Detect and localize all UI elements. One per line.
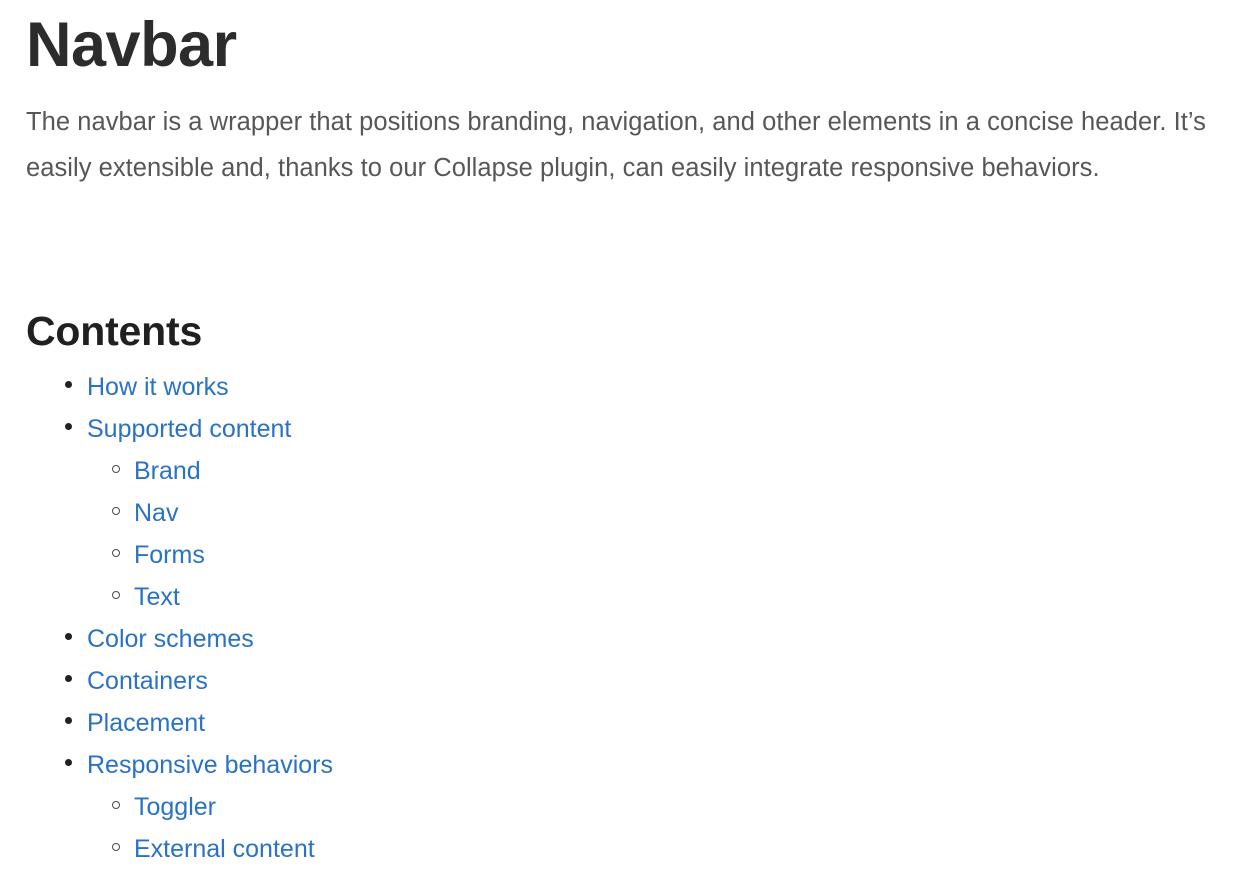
toc-link-how-it-works[interactable]: How it works <box>87 366 229 408</box>
toc-row: Containers <box>0 662 1257 704</box>
documentation-page: Navbar The navbar is a wrapper that posi… <box>0 0 1257 890</box>
toc-link-color-schemes[interactable]: Color schemes <box>87 618 254 660</box>
disc-bullet-icon <box>65 423 72 430</box>
circle-bullet-icon <box>112 465 120 473</box>
toc-row: Nav <box>0 494 1257 536</box>
circle-bullet-icon <box>112 591 120 599</box>
toc-item-toggler: Toggler <box>0 788 1257 830</box>
toc-link-nav[interactable]: Nav <box>134 492 178 534</box>
toc-link-placement[interactable]: Placement <box>87 702 205 744</box>
toc-item-how-it-works: How it works <box>0 368 1257 410</box>
toc-row: Supported content <box>0 410 1257 452</box>
toc-item-text: Text <box>0 578 1257 620</box>
toc-link-external-content[interactable]: External content <box>134 828 315 870</box>
toc-item-forms: Forms <box>0 536 1257 578</box>
toc-link-toggler[interactable]: Toggler <box>134 786 216 828</box>
toc-row: How it works <box>0 368 1257 410</box>
toc-item-color-schemes: Color schemes <box>0 620 1257 662</box>
toc-link-text[interactable]: Text <box>134 576 180 618</box>
circle-bullet-icon <box>112 549 120 557</box>
toc-row: Forms <box>0 536 1257 578</box>
toc-link-responsive-behaviors[interactable]: Responsive behaviors <box>87 744 333 786</box>
disc-bullet-icon <box>65 381 72 388</box>
toc-row: Responsive behaviors <box>0 746 1257 788</box>
toc-row: External content <box>0 830 1257 872</box>
toc-row: Text <box>0 578 1257 620</box>
circle-bullet-icon <box>112 843 120 851</box>
toc-item-placement: Placement <box>0 704 1257 746</box>
toc-row: Placement <box>0 704 1257 746</box>
contents-heading: Contents <box>26 308 203 354</box>
toc-item-responsive-behaviors: Responsive behaviors Toggler External cont… <box>0 746 1257 872</box>
toc-link-forms[interactable]: Forms <box>134 534 205 576</box>
disc-bullet-icon <box>65 633 72 640</box>
table-of-contents: How it works Supported content Brand Nav For… <box>0 368 1257 872</box>
toc-link-brand[interactable]: Brand <box>134 450 201 492</box>
intro-paragraph: The navbar is a wrapper that positions b… <box>26 108 1206 182</box>
disc-bullet-icon <box>65 717 72 724</box>
page-title: Navbar <box>26 10 237 80</box>
toc-row: Toggler <box>0 788 1257 830</box>
toc-item-brand: Brand <box>0 452 1257 494</box>
toc-sublist: Toggler External content <box>0 788 1257 872</box>
toc-item-containers: Containers <box>0 662 1257 704</box>
disc-bullet-icon <box>65 675 72 682</box>
toc-item-supported-content: Supported content Brand Nav Forms Text <box>0 410 1257 620</box>
toc-link-containers[interactable]: Containers <box>87 660 208 702</box>
toc-sublist: Brand Nav Forms Text <box>0 452 1257 620</box>
toc-list: How it works Supported content Brand Nav For… <box>0 368 1257 872</box>
toc-row: Color schemes <box>0 620 1257 662</box>
toc-item-external-content: External content <box>0 830 1257 872</box>
circle-bullet-icon <box>112 801 120 809</box>
toc-item-nav: Nav <box>0 494 1257 536</box>
circle-bullet-icon <box>112 507 120 515</box>
disc-bullet-icon <box>65 759 72 766</box>
toc-row: Brand <box>0 452 1257 494</box>
toc-link-supported-content[interactable]: Supported content <box>87 408 291 450</box>
